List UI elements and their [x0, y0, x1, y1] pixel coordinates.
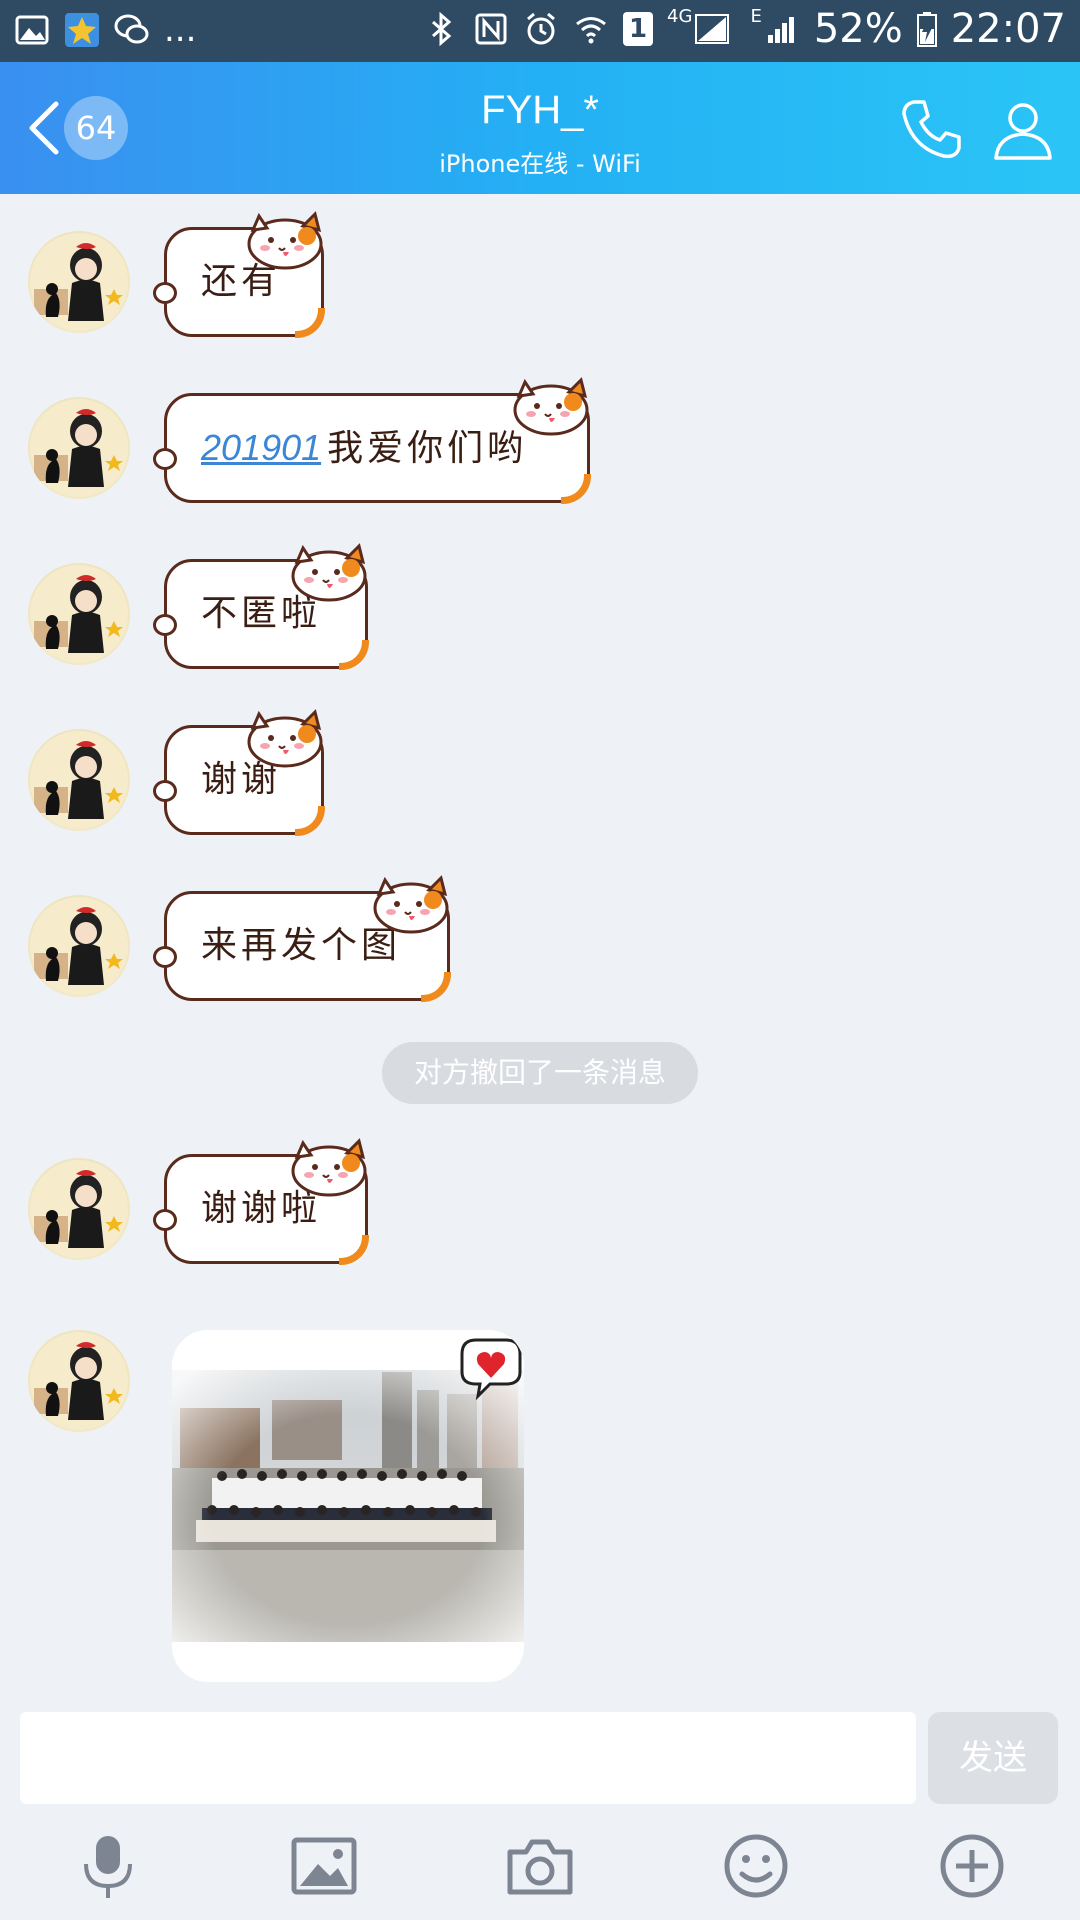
- signal-icon: [695, 14, 730, 44]
- wechat-icon: [114, 14, 149, 44]
- bluetooth-icon: [432, 11, 452, 47]
- photo-card[interactable]: [172, 1330, 524, 1682]
- avatar[interactable]: [28, 1158, 130, 1260]
- bubble-tail: [153, 1209, 177, 1231]
- alarm-icon: [527, 12, 555, 45]
- avatar-illustration: [30, 897, 128, 995]
- profile-icon[interactable]: [990, 96, 1056, 162]
- emoji-icon[interactable]: [720, 1830, 792, 1902]
- bubble-tail: [153, 614, 177, 636]
- bubble-corner-accent: [295, 806, 325, 836]
- message-text: 201901 我爱你们哟: [201, 396, 527, 501]
- cat-sticker-icon: [247, 211, 323, 270]
- microphone-icon[interactable]: [72, 1830, 144, 1902]
- bubble-corner-accent: [561, 474, 591, 504]
- camera-icon[interactable]: [504, 1830, 576, 1902]
- chat-header: 64 FYH_* iPhone在线 - WiFi: [0, 62, 1080, 194]
- message-bubble[interactable]: 谢谢: [153, 709, 325, 836]
- plus-icon[interactable]: [936, 1830, 1008, 1902]
- message-input[interactable]: [20, 1712, 916, 1804]
- cat-sticker-icon: [291, 1138, 367, 1197]
- avatar[interactable]: [28, 231, 130, 333]
- avatar-illustration: [30, 233, 128, 331]
- avatar[interactable]: [28, 1330, 130, 1432]
- network-e-label: E: [750, 6, 762, 27]
- avatar-illustration: [30, 1160, 128, 1258]
- phone-icon[interactable]: [898, 96, 964, 162]
- battery-icon: [916, 12, 937, 47]
- send-button[interactable]: 发送: [928, 1712, 1058, 1804]
- message-bubble[interactable]: 201901 我爱你们哟: [153, 377, 591, 504]
- cat-sticker-icon: [247, 709, 323, 768]
- bubble-tail: [153, 282, 177, 304]
- message-bubble[interactable]: 来再发个图: [153, 875, 451, 1002]
- message-text-rest: 我爱你们哟: [327, 428, 528, 469]
- recall-notice: 对方撤回了一条消息: [382, 1042, 698, 1104]
- bubble-tail: [153, 448, 177, 470]
- signal-icon-2: [767, 17, 794, 43]
- cat-sticker-icon: [291, 543, 367, 602]
- message-bubble[interactable]: 不匿啦: [153, 543, 369, 670]
- cat-sticker-icon: [373, 875, 449, 934]
- battery-percent: 52%: [813, 6, 903, 52]
- bubble-corner-accent: [339, 1235, 369, 1265]
- avatar-illustration: [30, 731, 128, 829]
- message-bubble[interactable]: 还有: [153, 211, 325, 338]
- avatar[interactable]: [28, 563, 130, 665]
- message-link[interactable]: 201901: [201, 427, 321, 468]
- network-4g-label: 4G: [667, 6, 693, 27]
- avatar[interactable]: [28, 729, 130, 831]
- nfc-icon: [475, 13, 507, 45]
- bubble-tail: [153, 780, 177, 802]
- starred-app-icon: [65, 13, 99, 47]
- input-bar: 发送: [0, 1700, 1080, 1920]
- status-ellipsis: ...: [164, 10, 197, 50]
- sim-slot-badge: 1: [623, 12, 654, 46]
- bubble-corner-accent: [421, 972, 451, 1002]
- status-bar: ... 1 4G E 52% 22:07: [0, 0, 1080, 62]
- avatar-illustration: [30, 399, 128, 497]
- bubble-corner-accent: [295, 308, 325, 338]
- bubble-corner-accent: [339, 640, 369, 670]
- cat-sticker-icon: [513, 377, 589, 436]
- message-bubble[interactable]: 谢谢啦: [153, 1138, 369, 1265]
- avatar[interactable]: [28, 397, 130, 499]
- avatar-illustration: [30, 1332, 128, 1430]
- bubble-tail: [153, 946, 177, 968]
- image-icon[interactable]: [288, 1830, 360, 1902]
- clock: 22:07: [950, 6, 1066, 52]
- avatar[interactable]: [28, 895, 130, 997]
- wifi-icon: [576, 17, 606, 44]
- gallery-icon: [15, 15, 49, 45]
- group-photo[interactable]: [172, 1330, 524, 1682]
- avatar-illustration: [30, 565, 128, 663]
